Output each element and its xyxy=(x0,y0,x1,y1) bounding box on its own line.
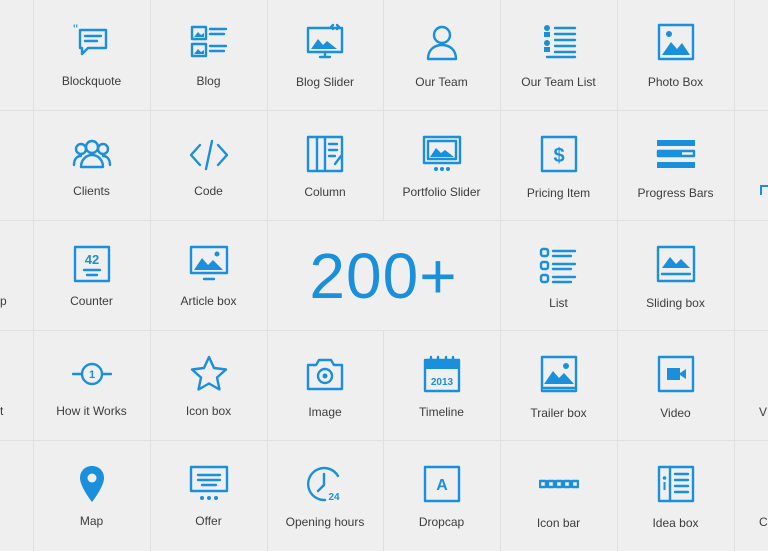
element-label: Counter xyxy=(70,294,113,308)
clipped-label: t xyxy=(0,404,4,418)
element-offer[interactable]: Offer xyxy=(150,440,267,551)
element-label: Blog xyxy=(196,74,221,88)
offer-icon xyxy=(189,464,229,504)
element-blog[interactable]: Blog xyxy=(150,0,267,110)
element-code[interactable]: Code xyxy=(150,110,267,220)
element-timeline[interactable]: 2013 Timeline xyxy=(383,330,500,440)
blog-icon xyxy=(189,22,229,62)
our-team-list-icon xyxy=(539,22,579,62)
element-progress-bars[interactable]: Progress Bars xyxy=(617,110,734,220)
trailer-box-icon xyxy=(539,354,579,394)
svg-text:24: 24 xyxy=(328,492,340,503)
element-our-team-list[interactable]: Our Team List xyxy=(500,0,617,110)
element-idea-box[interactable]: Idea box xyxy=(617,440,734,551)
element-clients[interactable]: Clients xyxy=(33,110,150,220)
photo-box-icon xyxy=(656,22,696,62)
star-icon xyxy=(189,354,229,394)
element-label: Idea box xyxy=(652,516,699,530)
element-how-it-works[interactable]: 1 How it Works xyxy=(33,330,150,440)
element-count-headline: 200+ xyxy=(309,240,458,312)
svg-text:$: $ xyxy=(553,145,564,167)
article-box-icon xyxy=(189,244,229,284)
svg-text:1: 1 xyxy=(88,369,94,381)
clipped-label: V xyxy=(759,405,768,419)
element-label: Trailer box xyxy=(530,406,587,420)
icon-bar-icon xyxy=(538,464,579,504)
svg-text:42: 42 xyxy=(84,252,98,267)
element-label: Map xyxy=(79,514,104,528)
element-blockquote[interactable]: " Blockquote xyxy=(33,0,150,110)
clipped-label: p xyxy=(0,294,7,308)
element-pricing-item[interactable]: $ Pricing Item xyxy=(500,110,617,220)
calendar-icon: 2013 xyxy=(422,354,462,394)
portfolio-slider-icon xyxy=(422,134,462,174)
element-label: Icon bar xyxy=(536,516,581,530)
element-label: Photo Box xyxy=(647,75,704,89)
element-label: Blockquote xyxy=(61,74,122,88)
element-video[interactable]: Video xyxy=(617,330,734,440)
clients-icon xyxy=(72,135,112,175)
dropcap-icon: A xyxy=(422,464,462,504)
element-map[interactable]: Map xyxy=(33,440,150,551)
grid-divider xyxy=(734,0,735,551)
element-label: Blog Slider xyxy=(295,75,355,89)
svg-text:": " xyxy=(73,22,78,37)
element-label: Progress Bars xyxy=(637,186,714,200)
element-icon-box[interactable]: Icon box xyxy=(150,330,267,440)
element-opening-hours[interactable]: 24 Opening hours xyxy=(267,440,383,551)
pricing-item-icon: $ xyxy=(539,134,579,174)
element-dropcap[interactable]: A Dropcap xyxy=(383,440,500,551)
code-icon xyxy=(189,135,229,175)
map-pin-icon xyxy=(72,464,112,504)
element-label: Our Team xyxy=(415,75,468,89)
video-icon xyxy=(656,354,696,394)
idea-box-icon xyxy=(656,464,696,504)
element-label: Video xyxy=(660,406,691,420)
element-label: Image xyxy=(308,405,342,419)
clipped-label: C xyxy=(759,515,768,529)
svg-text:2013: 2013 xyxy=(430,377,453,388)
svg-text:A: A xyxy=(436,477,448,494)
element-label: Icon box xyxy=(185,404,232,418)
blockquote-icon: " xyxy=(72,22,112,62)
element-counter[interactable]: 42 Counter xyxy=(33,220,150,330)
sliding-box-icon xyxy=(656,244,696,284)
element-label: Dropcap xyxy=(418,515,465,529)
blog-slider-icon xyxy=(305,22,345,62)
element-label: Portfolio Slider xyxy=(402,185,481,199)
element-label: How it Works xyxy=(56,404,127,418)
how-it-works-icon: 1 xyxy=(71,354,112,394)
element-image[interactable]: Image xyxy=(267,330,383,440)
element-portfolio-slider[interactable]: Portfolio Slider xyxy=(383,110,500,220)
element-sliding-box[interactable]: Sliding box xyxy=(617,220,734,330)
element-trailer-box[interactable]: Trailer box xyxy=(500,330,617,440)
element-label: Code xyxy=(194,184,223,198)
element-label: Sliding box xyxy=(646,296,705,310)
element-label: Pricing Item xyxy=(526,186,591,200)
element-label: List xyxy=(549,296,568,310)
element-blog-slider[interactable]: Blog Slider xyxy=(267,0,383,110)
element-label: Our Team List xyxy=(521,75,596,89)
element-photo-box[interactable]: Photo Box xyxy=(617,0,734,110)
element-list[interactable]: List xyxy=(500,220,617,330)
list-icon xyxy=(539,246,579,286)
element-label: Clients xyxy=(73,184,110,198)
column-icon xyxy=(305,134,345,174)
counter-icon: 42 xyxy=(72,244,112,284)
progress-bars-icon xyxy=(656,134,696,174)
camera-icon xyxy=(305,354,345,394)
our-team-icon xyxy=(422,22,462,62)
element-label: Column xyxy=(304,185,346,199)
element-our-team[interactable]: Our Team xyxy=(383,0,500,110)
clipped-icon xyxy=(760,185,768,195)
element-label: Opening hours xyxy=(285,515,365,529)
element-article-box[interactable]: Article box xyxy=(150,220,267,330)
element-icon-bar[interactable]: Icon bar xyxy=(500,440,617,551)
element-label: Timeline xyxy=(419,405,464,419)
clock-icon: 24 xyxy=(305,464,345,504)
element-label: Article box xyxy=(180,294,237,308)
element-label: Offer xyxy=(195,514,222,528)
element-column[interactable]: Column xyxy=(267,110,383,220)
